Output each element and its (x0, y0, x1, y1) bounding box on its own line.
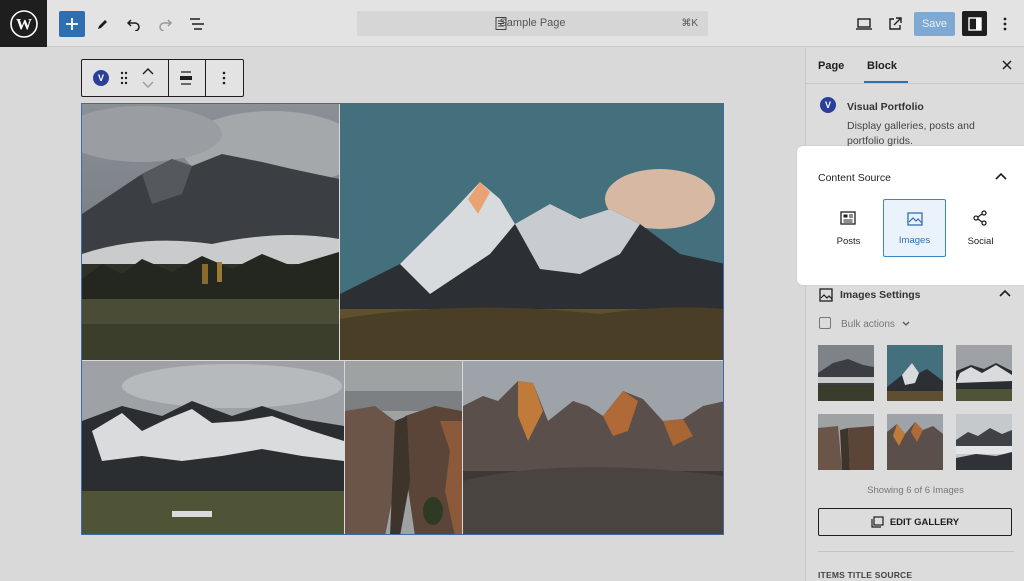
wordpress-icon: W (9, 9, 38, 38)
images-icon (907, 212, 923, 226)
svg-text:W: W (16, 16, 32, 33)
settings-sidebar: Page Block V Visual Portfolio Display ga… (805, 48, 1024, 581)
thumbnail-image (956, 345, 1012, 401)
undo-icon (126, 19, 140, 31)
block-description: Display galleries, posts and portfolio g… (847, 120, 975, 147)
tab-page[interactable]: Page (818, 60, 844, 72)
drag-handle-icon[interactable] (120, 71, 128, 85)
align-icon[interactable] (179, 71, 193, 85)
active-tab-indicator (864, 81, 908, 83)
close-icon[interactable] (1001, 59, 1013, 71)
block-toolbar: V (81, 59, 244, 97)
images-count: Showing 6 of 6 Images (867, 485, 964, 496)
list-view-icon (190, 18, 204, 30)
image-thumbnail[interactable] (887, 414, 943, 470)
undo-button[interactable] (121, 11, 147, 37)
mountain-photo (82, 104, 339, 360)
visual-portfolio-icon[interactable]: V (93, 70, 109, 86)
tools-button[interactable] (90, 11, 116, 37)
gallery-image[interactable] (463, 361, 723, 534)
document-title: Sample Page (499, 17, 566, 29)
sidebar-tabs: Page Block (806, 48, 1024, 84)
select-all-checkbox[interactable] (819, 317, 831, 329)
block-name: Visual Portfolio (847, 101, 924, 113)
redo-icon (159, 19, 173, 31)
view-page-button[interactable] (882, 11, 908, 37)
divider (818, 551, 1014, 552)
thumbnail-image (887, 345, 943, 401)
source-option-label: Posts (836, 236, 861, 247)
toolbar-divider (205, 60, 206, 96)
visual-portfolio-icon: V (820, 97, 836, 113)
edit-gallery-button[interactable]: EDIT GALLERY (818, 508, 1012, 536)
image-thumbnail[interactable] (818, 345, 874, 401)
external-link-icon (889, 17, 902, 30)
images-settings-title[interactable]: Images Settings (840, 289, 921, 301)
redo-button[interactable] (152, 11, 178, 37)
preview-button[interactable] (851, 11, 877, 37)
plus-icon (66, 18, 78, 30)
source-option-images[interactable]: Images (883, 199, 946, 257)
editor-topbar: W Sample Page ⌘K Save (0, 0, 1024, 47)
content-source-title[interactable]: Content Source (818, 172, 891, 184)
move-up-icon[interactable] (142, 67, 154, 75)
canyon-photo (345, 361, 462, 534)
chevron-down-icon (902, 321, 910, 326)
items-title-source-heading: ITEMS TITLE SOURCE (818, 570, 913, 580)
desktop-preview-icon (856, 18, 872, 30)
content-source-panel: Content Source Posts Images Social (797, 146, 1024, 285)
source-option-label: Social (967, 236, 994, 247)
tab-block[interactable]: Block (867, 60, 897, 72)
gallery-icon (819, 288, 833, 302)
add-block-button[interactable] (59, 11, 85, 37)
gallery-icon (871, 516, 884, 528)
image-thumbnail[interactable] (887, 345, 943, 401)
shortcut-hint: ⌘K (681, 18, 698, 29)
share-icon (973, 210, 987, 226)
bulk-actions-dropdown[interactable]: Bulk actions (841, 319, 910, 330)
portfolio-gallery[interactable] (81, 103, 724, 535)
more-vertical-icon (1003, 17, 1007, 31)
mountain-photo (340, 104, 723, 360)
command-palette-bar[interactable]: Sample Page ⌘K (357, 11, 708, 36)
pencil-icon (98, 20, 107, 29)
save-button[interactable]: Save (914, 12, 955, 36)
thumbnail-image (887, 414, 943, 470)
toolbar-divider (168, 60, 169, 96)
source-option-label: Images (898, 235, 931, 246)
wordpress-logo[interactable]: W (0, 0, 47, 47)
image-thumbnail[interactable] (956, 345, 1012, 401)
edit-gallery-label: EDIT GALLERY (889, 516, 960, 528)
more-options-icon[interactable] (222, 71, 226, 85)
source-option-social[interactable]: Social (949, 199, 1012, 257)
gallery-image[interactable] (82, 104, 339, 360)
thumbnail-image (956, 414, 1012, 470)
mountain-photo (82, 361, 344, 534)
move-down-icon[interactable] (142, 81, 154, 89)
gallery-image[interactable] (340, 104, 723, 360)
image-thumbnail[interactable] (956, 414, 1012, 470)
thumbnail-image (818, 345, 874, 401)
chevron-up-icon[interactable] (995, 172, 1007, 180)
gallery-image[interactable] (82, 361, 344, 534)
settings-toggle-button[interactable] (962, 11, 987, 36)
source-option-posts[interactable]: Posts (817, 199, 880, 257)
sidebar-icon (967, 16, 982, 31)
mountain-photo (463, 361, 723, 534)
posts-icon (840, 211, 856, 225)
options-button[interactable] (992, 11, 1018, 37)
chevron-up-icon[interactable] (999, 289, 1011, 297)
bulk-actions-label: Bulk actions (841, 319, 895, 330)
gallery-image[interactable] (345, 361, 462, 534)
document-overview-button[interactable] (184, 11, 210, 37)
image-thumbnail[interactable] (818, 414, 874, 470)
thumbnail-image (818, 414, 874, 470)
